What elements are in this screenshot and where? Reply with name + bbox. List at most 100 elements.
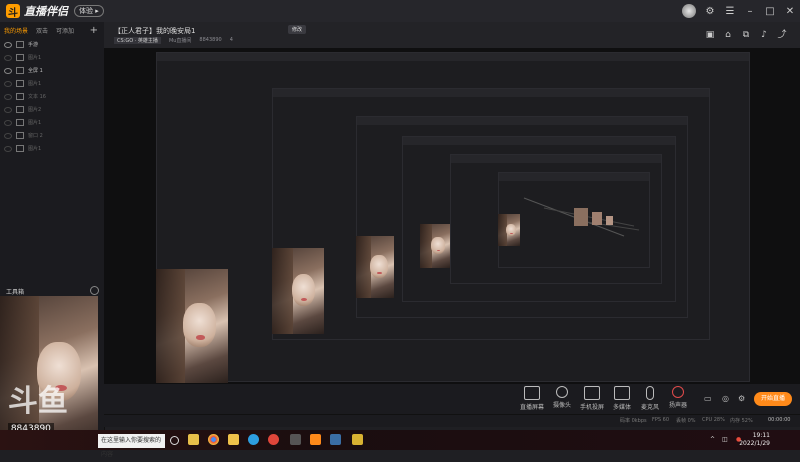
eye-icon[interactable] [4,93,12,100]
source-type-icon [16,67,24,74]
user-avatar[interactable] [682,4,696,18]
microphone-icon [646,386,654,400]
source-type-icon [16,41,24,48]
tab-my-scenes[interactable]: 我的场景 [4,26,28,35]
source-type-icon [16,80,24,87]
stream-preview[interactable] [104,48,800,384]
clock-date: 2022/1/29 [739,440,770,447]
start-stream-button[interactable]: 开始直播 [754,392,792,406]
source-item[interactable]: 图片1 [0,77,104,90]
source-type-icon [16,106,24,113]
douyu-companion-icon[interactable] [310,434,321,445]
toolbox-label: 工具箱 [6,289,25,296]
source-item[interactable]: 全屏 1 [0,64,104,77]
room-header: 【正人君子】我的晚安局1 修改 CS:GO · 英雄主播 Mu直播间 88438… [104,22,800,48]
app-name: 直播伴侣 [24,5,68,18]
weibo-icon[interactable] [268,434,279,445]
preview-thumbnail-2 [272,248,324,334]
tab-double[interactable]: 双击 [36,26,48,35]
folder-icon[interactable] [228,434,239,445]
eye-icon[interactable] [4,41,12,48]
room-title[interactable]: 【正人君子】我的晚安局1 [114,26,195,36]
source-item[interactable]: 手游 [0,38,104,51]
viewer-count: 4 [229,37,233,43]
toolbox-toggle-icon[interactable] [90,286,99,295]
eye-icon[interactable] [4,67,12,74]
media-icon [614,386,630,400]
tray-chevron-icon[interactable]: ^ [710,436,715,443]
monitor-icon [524,386,540,400]
close-icon[interactable]: ✕ [780,0,800,22]
status-drop: 丢帧 0% [676,418,696,424]
app-badge[interactable]: 体验 ▸ [74,5,104,17]
preview-thumbnail-1 [156,269,228,383]
scene-sidebar: 我的场景 双击 可添加 + 手游 图片1 全屏 1 图片1 文本 16 图片2 … [0,22,105,450]
gear-icon[interactable]: ⚙ [738,394,745,403]
game-icon[interactable] [352,434,363,445]
effect-icon[interactable]: ◎ [722,394,729,403]
lock-icon[interactable]: ⌂ [722,29,734,41]
logo-mark: 斗 [6,4,20,19]
explorer-icon[interactable] [188,434,199,445]
source-item[interactable]: 图片1 [0,142,104,155]
camera-thumbnail: 斗鱼 8843890 [0,296,98,450]
status-fps: FPS 60 [652,417,670,423]
record-icon[interactable]: ▭ [704,394,712,403]
eye-icon[interactable] [4,80,12,87]
maximize-icon[interactable]: □ [760,0,780,22]
stream-watermark: 斗鱼 [7,384,68,420]
link-icon[interactable]: ⤴ [776,29,788,41]
source-item[interactable]: 图片2 [0,103,104,116]
header-icons: ▣ ⌂ ⧉ ♪ ⤴ [698,29,788,41]
eye-icon[interactable] [4,132,12,139]
task-view-icon[interactable] [170,436,179,445]
source-item[interactable]: 图片1 [0,51,104,64]
menu-icon[interactable]: ☰ [720,0,740,22]
eye-icon[interactable] [4,145,12,152]
phone-icon [584,386,600,400]
status-bitrate: 码率 0kbps [620,418,647,424]
add-scene-icon[interactable]: + [90,25,98,36]
source-type-icon [16,93,24,100]
room-meta: CS:GO · 英雄主播 Mu直播间 8843890 4 [114,37,241,44]
status-bar: 码率 0kbps FPS 60 丢帧 0% CPU 28% 内存 52% 00:… [104,414,800,427]
network-icon[interactable]: ◫ [722,436,728,443]
share-icon[interactable]: ⧉ [740,29,752,41]
speaker-icon [672,386,684,398]
edge-icon[interactable] [248,434,259,445]
source-type-icon [16,145,24,152]
preview-thumbnail-3 [356,236,394,298]
eye-icon[interactable] [4,106,12,113]
preview-thumbnail-5 [498,214,520,246]
source-item[interactable]: 图片1 [0,116,104,129]
status-cpu: CPU 28% [702,417,725,423]
eye-icon[interactable] [4,119,12,126]
source-item[interactable]: 窗口 2 [0,129,104,142]
source-item[interactable]: 文本 16 [0,90,104,103]
settings-icon[interactable]: ⚙ [700,0,720,22]
tool-icon[interactable] [330,434,341,445]
bell-icon[interactable]: ♪ [758,29,770,41]
tab-addable[interactable]: 可添加 [56,26,74,35]
stream-timer: 00:00:00 [768,417,791,423]
preview-thumbnail-4 [420,224,450,268]
source-type-icon [16,54,24,61]
minimize-icon[interactable]: – [740,0,760,22]
edit-title-button[interactable]: 修改 [288,25,307,34]
camera-icon [556,386,568,398]
taskbar-clock[interactable]: 19:11 2022/1/29 [739,432,770,448]
source-type-icon [16,132,24,139]
app-icon[interactable] [290,434,301,445]
chrome-icon[interactable] [208,434,219,445]
os-taskbar: 在这里输入你要搜索的内容 ^ ◫ ● 19:11 2022/1/29 [0,430,800,458]
taskbar-search-input[interactable]: 在这里输入你要搜索的内容 [98,434,165,458]
speaker-button[interactable]: 扬声器 [658,386,698,409]
category-chip[interactable]: CS:GO · 英雄主播 [114,37,161,44]
room-id: 8843890 [199,37,222,43]
gift-icon[interactable]: ▣ [704,29,716,41]
eye-icon[interactable] [4,54,12,61]
bottom-toolbar: 直播屏幕 摄像头 手机投屏 多媒体 麦克风 扬声器 ▭ ◎ ⚙ 开始直播 [104,384,800,414]
status-memory: 内存 52% [730,418,753,424]
clock-time: 19:11 [752,432,770,439]
app-logo: 斗 直播伴侣 体验 ▸ [6,3,104,19]
